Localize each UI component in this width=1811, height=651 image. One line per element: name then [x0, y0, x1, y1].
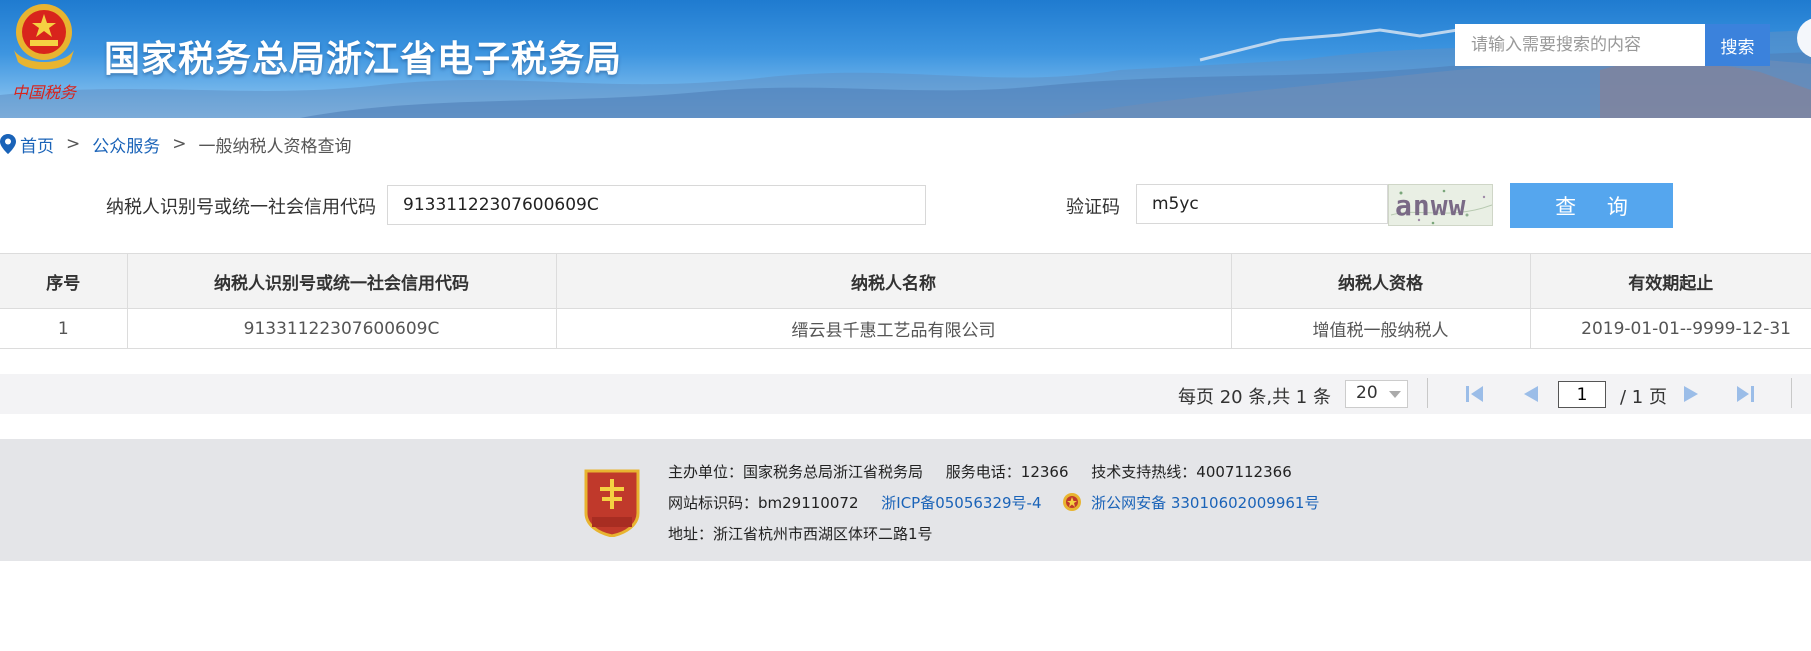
police-badge-icon — [1063, 493, 1082, 511]
results-table: 序号 纳税人识别号或统一社会信用代码 纳税人名称 纳税人资格 有效期起止 1 9… — [0, 253, 1811, 349]
taxpayer-id-label: 纳税人识别号或统一社会信用代码 — [106, 197, 376, 218]
site-search-input[interactable] — [1455, 24, 1705, 66]
footer-line-records: 网站标识码：bm29110072 浙ICP备05056329号-4 浙公网安备 … — [668, 492, 1319, 513]
prev-page-icon[interactable] — [1520, 384, 1542, 404]
location-pin-icon — [0, 134, 16, 154]
last-page-icon[interactable] — [1734, 384, 1756, 404]
cell-taxpayer-name: 缙云县千惠工艺品有限公司 — [556, 308, 1232, 349]
footer-site-id: 网站标识码：bm29110072 — [668, 494, 859, 512]
breadcrumb-home-link[interactable]: 首页 — [20, 132, 54, 157]
table-row: 1 91331122307600609C 缙云县千惠工艺品有限公司 增值税一般纳… — [0, 308, 1811, 349]
page-size-select[interactable]: 20 — [1345, 380, 1408, 408]
svg-text:中国税务: 中国税务 — [12, 83, 78, 102]
site-footer: 主办单位：国家税务总局浙江省税务局 服务电话：12366 技术支持热线：4007… — [0, 439, 1811, 561]
pagination-summary: 每页 20 条,共 1 条 — [1178, 387, 1331, 408]
col-header-index: 序号 — [0, 253, 128, 309]
footer-line-sponsor: 主办单位：国家税务总局浙江省税务局 服务电话：12366 技术支持热线：4007… — [668, 461, 1292, 482]
footer-sponsor: 主办单位：国家税务总局浙江省税务局 — [668, 463, 924, 481]
footer-police-record-link[interactable]: 浙公网安备 33010602009961号 — [1091, 494, 1319, 512]
captcha-label: 验证码 — [1066, 197, 1120, 218]
cell-index: 1 — [0, 308, 128, 349]
first-page-icon[interactable] — [1464, 384, 1486, 404]
footer-address: 地址：浙江省杭州市西湖区体环二路1号 — [668, 525, 933, 543]
site-title: 国家税务总局浙江省电子税务局 — [104, 39, 623, 80]
cell-qualification: 增值税一般纳税人 — [1231, 308, 1531, 349]
total-pages: / 1 页 — [1620, 387, 1667, 408]
cell-validity: 2019-01-01--9999-12-31 — [1530, 308, 1811, 349]
cell-taxpayer-id: 91331122307600609C — [127, 308, 557, 349]
col-header-validity: 有效期起止 — [1530, 253, 1811, 309]
query-button[interactable]: 查 询 — [1510, 183, 1673, 228]
col-header-taxpayer-id: 纳税人识别号或统一社会信用代码 — [127, 253, 557, 309]
col-header-qualification: 纳税人资格 — [1231, 253, 1531, 309]
breadcrumb-separator: > — [66, 134, 81, 154]
captcha-input[interactable] — [1136, 184, 1388, 224]
col-header-taxpayer-name: 纳税人名称 — [556, 253, 1232, 309]
chevron-down-icon — [1389, 391, 1401, 398]
captcha-text: anww — [1395, 189, 1467, 222]
footer-line-address: 地址：浙江省杭州市西湖区体环二路1号 — [668, 523, 933, 544]
captcha-image[interactable]: anww — [1388, 184, 1493, 226]
pagination-bar: 每页 20 条,共 1 条 20 / 1 页 — [0, 374, 1811, 414]
current-page-input[interactable] — [1558, 381, 1606, 408]
breadcrumb-public-service-link[interactable]: 公众服务 — [92, 132, 160, 157]
taxpayer-id-input[interactable] — [387, 185, 926, 225]
page-size-value: 20 — [1356, 383, 1378, 403]
pager-divider — [1791, 378, 1792, 408]
national-tax-emblem-icon: 中国税务 — [12, 4, 78, 102]
breadcrumb-current-page: 一般纳税人资格查询 — [198, 136, 352, 157]
party-emblem-badge-icon — [584, 469, 640, 537]
table-header-row: 序号 纳税人识别号或统一社会信用代码 纳税人名称 纳税人资格 有效期起止 — [0, 253, 1811, 309]
breadcrumb: 首页 > 公众服务 > 一般纳税人资格查询 — [0, 132, 352, 157]
site-header: 中国税务 国家税务总局浙江省电子税务局 搜索 — [0, 0, 1811, 118]
breadcrumb-separator: > — [172, 134, 187, 154]
footer-support-hotline: 技术支持热线：4007112366 — [1091, 463, 1292, 481]
site-search-button[interactable]: 搜索 — [1705, 24, 1770, 66]
footer-service-phone: 服务电话：12366 — [945, 463, 1069, 481]
footer-icp-link[interactable]: 浙ICP备05056329号-4 — [881, 494, 1041, 512]
pager-divider — [1427, 378, 1428, 408]
next-page-icon[interactable] — [1680, 384, 1702, 404]
